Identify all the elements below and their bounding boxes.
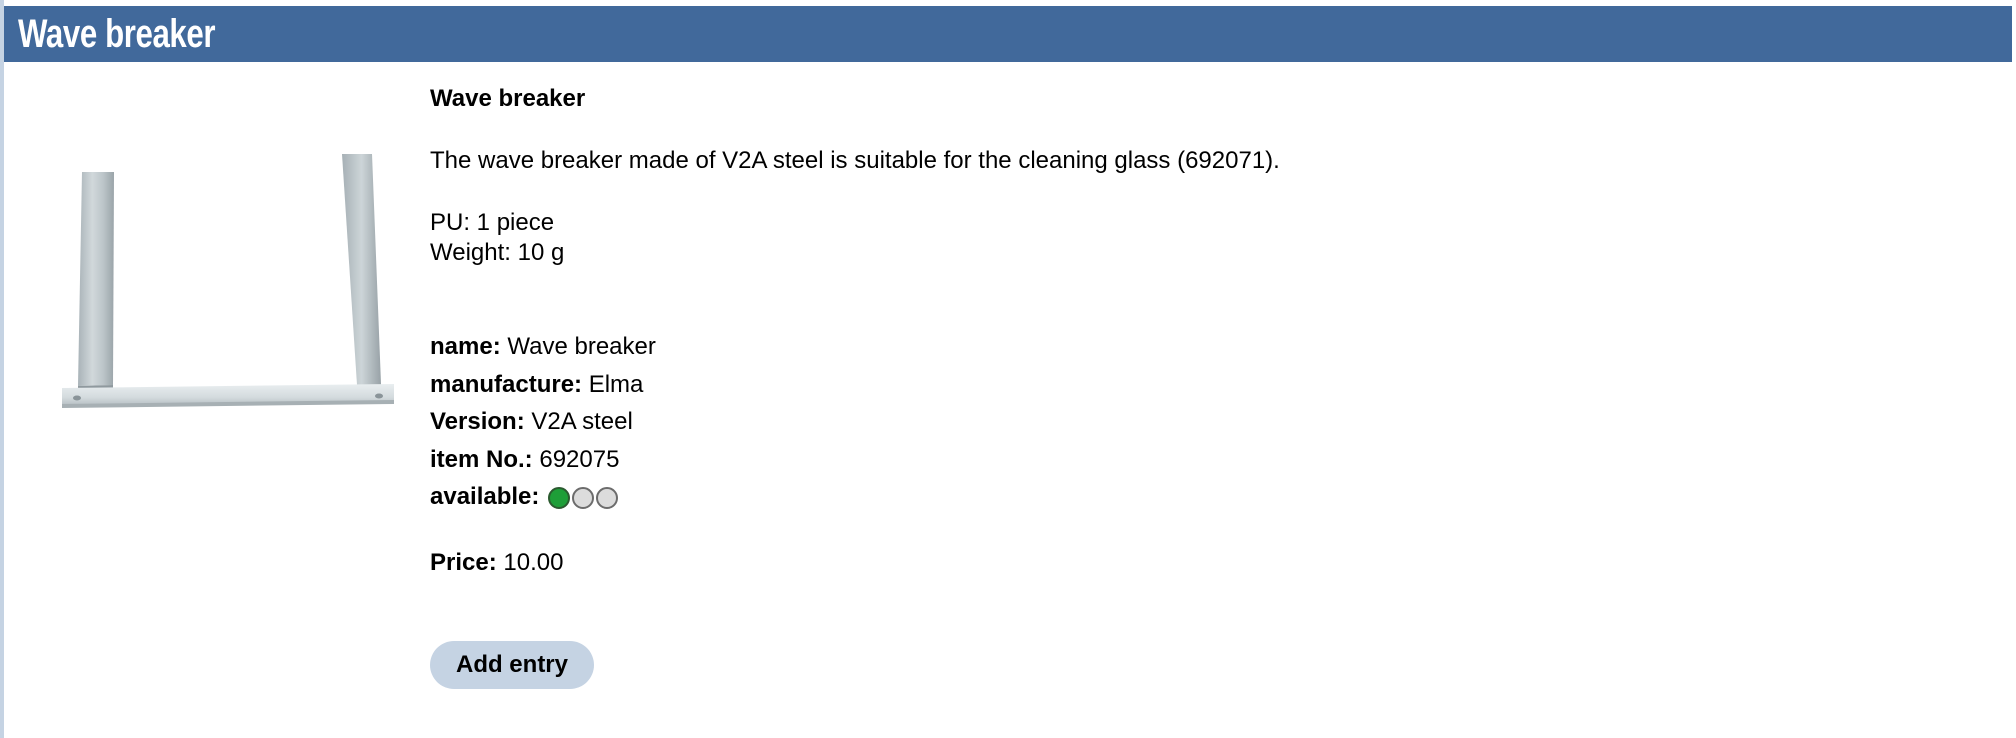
price: Price: 10.00 [430,548,1280,578]
availability-dot-empty-icon [596,486,619,509]
product-description: The wave breaker made of V2A steel is su… [430,147,1280,174]
attr-item-number-value: 692075 [539,445,620,473]
attr-version: Version: V2A steel [430,403,1280,441]
attr-name-value: Wave breaker [507,333,656,360]
attr-available-label: available: [430,483,540,510]
attr-manufacture-label: manufacture: [430,370,583,398]
product-weight: Weight: 10 g [430,239,565,266]
attr-version-label: Version: [430,408,525,435]
price-label: Price: [430,548,497,576]
availability-dot-filled-icon [548,486,571,509]
page-header: Wave breaker [4,6,2012,62]
product-image [62,154,394,408]
add-entry-button[interactable]: Add entry [430,641,594,689]
attr-version-value: V2A steel [531,408,633,435]
availability-indicator [548,478,620,516]
attr-name: name: Wave breaker [430,328,1280,366]
product-details: Wave breaker The wave breaker made of V2… [430,82,1280,578]
product-title: Wave breaker [430,85,586,112]
price-value: 10.00 [503,548,564,576]
product-packaging-unit: PU: 1 piece [430,209,555,236]
attr-item-number: item No.: 692075 [430,441,1280,479]
attr-available: available: [430,478,1280,516]
attr-name-label: name: [430,333,501,360]
page-title: Wave breaker [18,12,216,56]
attr-item-number-label: item No.: [430,445,533,473]
product-attributes: name: Wave breaker manufacture: Elma Ver… [430,328,1280,516]
page: Wave breaker Wave breaker The wave break… [4,0,2016,738]
availability-dot-empty-icon [572,486,595,509]
attr-manufacture-value: Elma [588,370,644,398]
attr-manufacture: manufacture: Elma [430,366,1280,404]
